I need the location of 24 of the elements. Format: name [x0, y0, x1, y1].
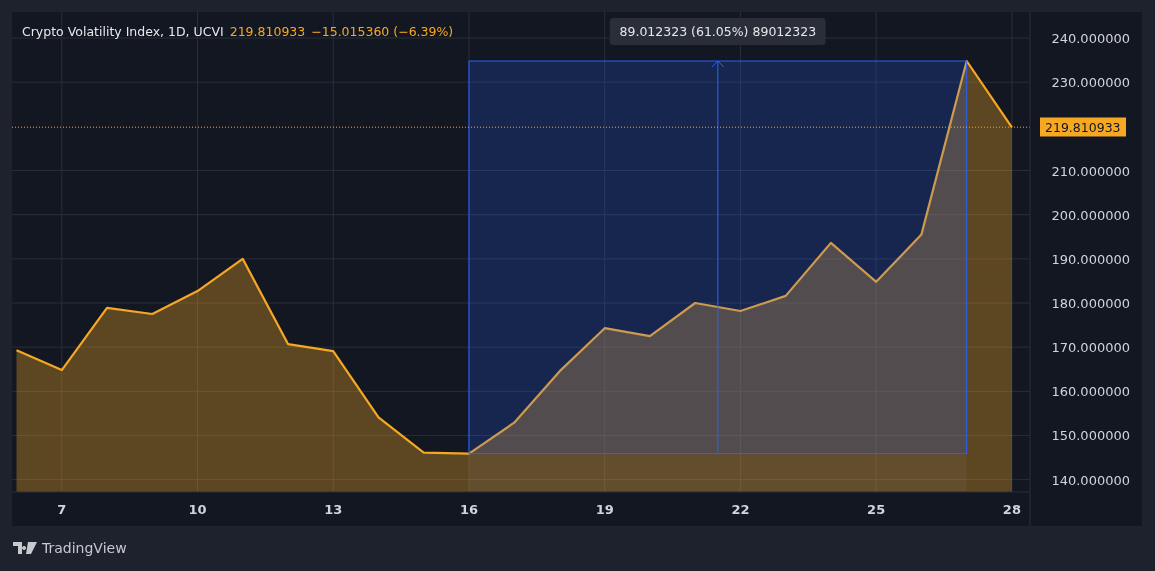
price-axis-label: 210.000000 — [1051, 163, 1130, 179]
last-price-badge: 219.810933 — [1040, 117, 1126, 137]
time-axis-label: 22 — [731, 502, 750, 517]
measure-label: 89.012323 (61.05%) 89012323 — [609, 18, 827, 45]
price-axis-label: 240.000000 — [1051, 31, 1130, 47]
price-axis-label: 160.000000 — [1051, 384, 1130, 400]
price-change: −15.015360 (−6.39%) — [311, 24, 454, 39]
price-axis-label: 190.000000 — [1051, 251, 1130, 267]
price-axis-label: 230.000000 — [1051, 75, 1130, 91]
time-axis-label: 10 — [188, 502, 207, 517]
time-axis-label: 16 — [459, 502, 478, 517]
time-axis-label: 13 — [324, 502, 343, 517]
last-price: 219.810933 — [229, 24, 306, 39]
price-axis-label: 170.000000 — [1051, 340, 1130, 356]
price-axis-label: 180.000000 — [1051, 296, 1130, 311]
time-axis-label: 19 — [595, 502, 614, 517]
price-axis-label: 140.000000 — [1051, 472, 1130, 488]
time-axis-label: 25 — [867, 502, 886, 517]
price-axis-label: 200.000000 — [1051, 207, 1130, 223]
time-axis-label: 28 — [1002, 502, 1021, 517]
time-axis-label: 7 — [57, 502, 67, 517]
chart-title: Crypto Volatility Index, 1D, UCVI — [22, 24, 224, 39]
price-axis-label: 150.000000 — [1051, 428, 1130, 444]
brand-name: TradingView — [42, 540, 127, 556]
